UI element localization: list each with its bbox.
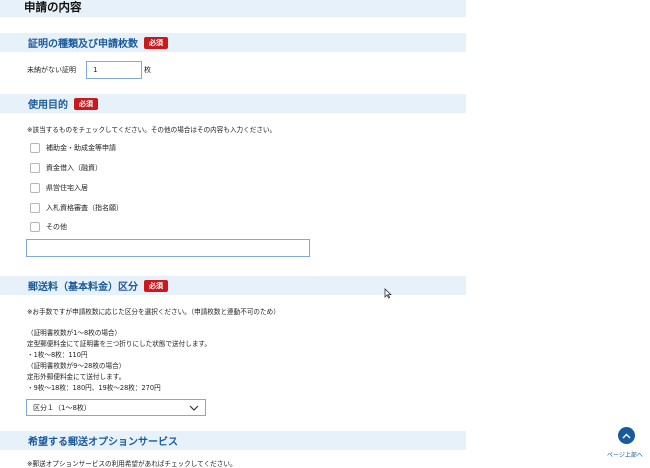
checkbox[interactable] bbox=[30, 163, 40, 173]
purpose-option-2[interactable]: 県営住宅入居 bbox=[30, 183, 88, 193]
back-to-top-button[interactable] bbox=[618, 427, 635, 444]
section-title-postage: 郵送料（基本料金）区分 bbox=[28, 282, 138, 293]
page-title: 申請の内容 bbox=[0, 0, 466, 17]
cert-unit: 枚 bbox=[144, 66, 151, 74]
section-title-cert: 証明の種類及び申請枚数 bbox=[28, 39, 138, 50]
required-badge: 必須 bbox=[74, 97, 98, 110]
postage-info-line: 定型郵便料金にて証明書を三つ折りにした状態で送付します。 bbox=[27, 340, 211, 348]
purpose-option-0[interactable]: 補助金・助成金等申請 bbox=[30, 143, 116, 153]
postage-info-line: （証明書枚数が9～28枚の場合） bbox=[27, 362, 126, 370]
postage-info-line: ・9枚～18枚：180円、19枚～28枚：270円 bbox=[27, 384, 161, 392]
section-header-postage: 郵送料（基本料金）区分 必須 bbox=[0, 276, 466, 295]
checkbox[interactable] bbox=[30, 203, 40, 213]
back-to-top-label[interactable]: ページ上部へ bbox=[607, 450, 643, 459]
section-header-cert: 証明の種類及び申請枚数 必須 bbox=[0, 33, 466, 52]
checkbox[interactable] bbox=[30, 143, 40, 153]
purpose-option-label: 資金借入（融資） bbox=[46, 164, 102, 172]
mouse-cursor-icon bbox=[384, 288, 392, 299]
purpose-option-label: その他 bbox=[46, 223, 67, 231]
postage-info-line: （証明書枚数が1～8枚の場合） bbox=[27, 329, 122, 337]
postage-select[interactable]: 区分１（1～8枚） bbox=[26, 399, 206, 416]
purpose-option-label: 入札資格審査（指名願） bbox=[46, 204, 123, 212]
purpose-other-input[interactable] bbox=[26, 239, 310, 257]
postage-instruction: ※お手数ですが申請枚数に応じた区分を選択ください。（申請枚数と連動不可のため） bbox=[27, 308, 280, 316]
purpose-option-label: 県営住宅入居 bbox=[46, 184, 88, 192]
required-badge: 必須 bbox=[144, 36, 168, 49]
checkbox[interactable] bbox=[30, 222, 40, 232]
chevron-down-icon bbox=[189, 405, 199, 411]
section-title-option: 希望する郵送オプションサービス bbox=[28, 437, 178, 448]
cert-field-label: 未納がない証明 bbox=[27, 66, 76, 74]
section-header-purpose: 使用目的 必須 bbox=[0, 94, 466, 113]
purpose-instruction: ※該当するものをチェックしてください。その他の場合はその内容も入力ください。 bbox=[27, 126, 277, 134]
purpose-option-3[interactable]: 入札資格審査（指名願） bbox=[30, 203, 123, 213]
purpose-option-label: 補助金・助成金等申請 bbox=[46, 144, 116, 152]
option-instruction: ※郵送オプションサービスの利用希望があればチェックしてください。 bbox=[27, 460, 237, 468]
required-badge: 必須 bbox=[144, 279, 168, 292]
postage-info-line: 定形外郵便料金にて送付します。 bbox=[27, 373, 126, 381]
section-header-option: 希望する郵送オプションサービス bbox=[0, 431, 466, 450]
purpose-option-4[interactable]: その他 bbox=[30, 222, 67, 232]
purpose-option-1[interactable]: 資金借入（融資） bbox=[30, 163, 102, 173]
checkbox[interactable] bbox=[30, 183, 40, 193]
postage-select-value: 区分１（1～8枚） bbox=[33, 403, 91, 412]
cert-count-input[interactable]: 1 bbox=[86, 61, 142, 79]
postage-info-line: ・1枚～8枚：110円 bbox=[27, 351, 88, 359]
cert-count-row: 未納がない証明 1 枚 bbox=[27, 61, 151, 79]
chevron-up-icon bbox=[622, 433, 631, 438]
section-title-purpose: 使用目的 bbox=[28, 100, 68, 111]
cert-count-value: 1 bbox=[93, 66, 98, 74]
